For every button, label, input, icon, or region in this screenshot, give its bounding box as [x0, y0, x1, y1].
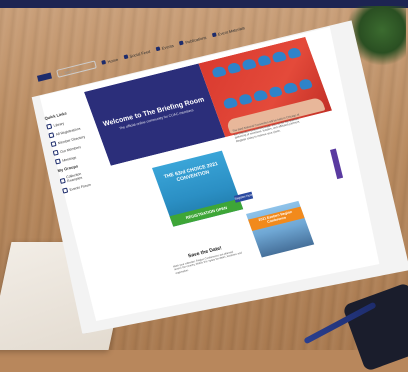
convention-title: THE 63rd CHOICE 2021 CONVENTION [163, 161, 219, 183]
search-placeholder: Search [63, 66, 78, 75]
sidebar-item-label: Events Forum [69, 182, 92, 192]
site-logo[interactable] [36, 72, 53, 82]
nav-label: Publications [184, 34, 207, 45]
home-icon [101, 59, 107, 65]
group-icon [59, 177, 66, 184]
nav-label: Event Materials [217, 24, 246, 37]
sidebar-item-label: Meetings [61, 155, 77, 163]
calendar-icon [155, 46, 161, 52]
nav-label: Home [106, 56, 119, 64]
nav-label: Social Feed [128, 48, 151, 59]
nav-events[interactable]: Events [155, 42, 175, 52]
document-icon [178, 40, 184, 46]
people-icon [50, 140, 57, 148]
nav-social-feed[interactable]: Social Feed [123, 48, 151, 60]
library-icon [46, 123, 53, 130]
nav-label: Events [161, 42, 175, 51]
sidebar-item-label: Library [53, 120, 65, 128]
folder-icon [211, 32, 217, 38]
meeting-icon [54, 158, 61, 165]
feed-icon [123, 54, 129, 60]
search-icon: ⌕ [59, 70, 63, 76]
group-icon [62, 187, 69, 194]
sidebar-item-label: Our Members [59, 144, 82, 154]
user-icon [52, 149, 59, 156]
nav-home[interactable]: Home [101, 56, 119, 65]
list-icon [48, 132, 55, 139]
nav-publications[interactable]: Publications [178, 34, 207, 46]
region-conference-badge: 2021 Eastern Region Conference [248, 206, 305, 231]
